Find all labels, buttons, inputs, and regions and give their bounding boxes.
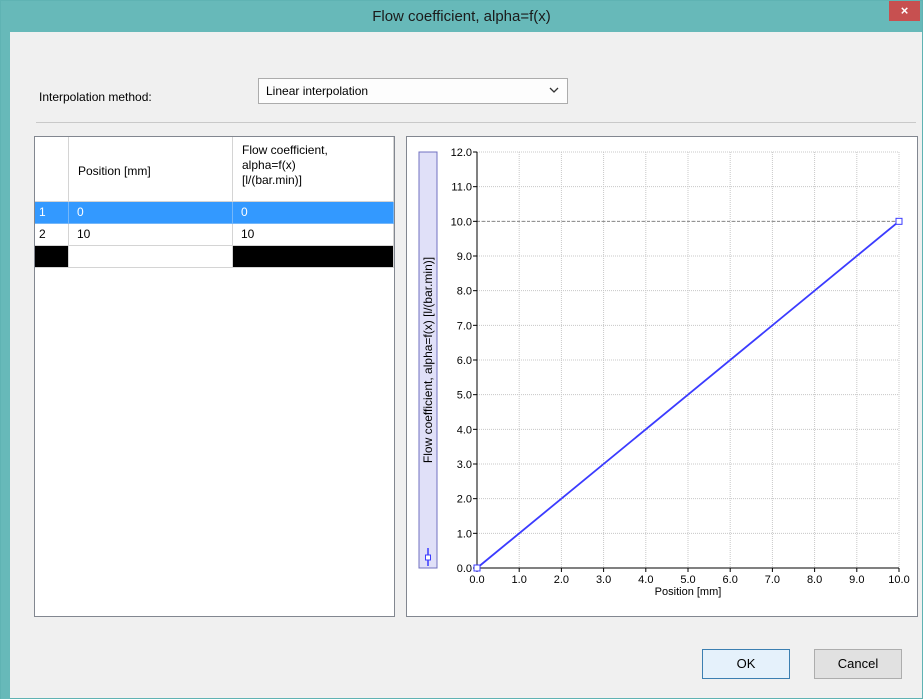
line-chart: 0.0 1.0 2.0 3.0 4.0 5.0 6.0 7.0 8.0 9.0 10.0 11.0 12…: [418, 147, 910, 598]
flow-cell[interactable]: [233, 246, 394, 268]
y-tick-label: 7.0: [457, 320, 472, 332]
legend-marker: [425, 554, 431, 561]
y-axis-label: Flow coefficient, alpha=f(x) [l/(bar.min…: [421, 257, 435, 463]
x-tick-label: 8.0: [807, 574, 822, 586]
y-tick-label: 8.0: [457, 286, 472, 298]
separator: [36, 122, 916, 123]
y-tick-label: 1.0: [457, 528, 472, 540]
y-tick-label: 12.0: [451, 147, 472, 159]
header-row-number: [35, 137, 69, 202]
interpolation-value: Linear interpolation: [266, 84, 369, 98]
interpolation-select[interactable]: Linear interpolation: [258, 78, 568, 104]
y-tick-label: 9.0: [457, 251, 472, 263]
header-position[interactable]: Position [mm]: [69, 137, 233, 202]
row-number[interactable]: [35, 246, 69, 268]
x-tick-label: 2.0: [554, 574, 569, 586]
flow-cell[interactable]: 0: [233, 202, 394, 224]
chart-panel: 0.0 1.0 2.0 3.0 4.0 5.0 6.0 7.0 8.0 9.0 10.0 11.0 12…: [406, 136, 918, 617]
y-tick-label: 4.0: [457, 424, 472, 436]
data-point: [895, 217, 903, 225]
x-tick-label: 5.0: [680, 574, 695, 586]
table-row[interactable]: 2 10 10: [35, 224, 394, 246]
x-tick-label: 7.0: [765, 574, 780, 586]
window-title: Flow coefficient, alpha=f(x): [372, 8, 551, 25]
row-number[interactable]: 1: [35, 202, 69, 224]
chevron-down-icon: [549, 87, 559, 93]
y-tick-label: 5.0: [457, 390, 472, 402]
dialog-window: Flow coefficient, alpha=f(x) × Interpola…: [0, 0, 923, 699]
y-tick-label: 6.0: [457, 355, 472, 367]
position-cell[interactable]: 10: [69, 224, 233, 246]
header-flow-line3: [l/(bar.min)]: [242, 173, 303, 187]
title-bar[interactable]: Flow coefficient, alpha=f(x) ×: [1, 1, 922, 32]
y-tick-label: 11.0: [451, 182, 472, 194]
close-button[interactable]: ×: [889, 1, 920, 21]
flow-cell[interactable]: 10: [233, 224, 394, 246]
x-tick-label: 4.0: [638, 574, 653, 586]
header-flow-coefficient[interactable]: Flow coefficient, alpha=f(x) [l/(bar.min…: [233, 137, 394, 202]
x-axis-label: Position [mm]: [655, 586, 722, 598]
row-number[interactable]: 2: [35, 224, 69, 246]
x-tick-label: 1.0: [512, 574, 527, 586]
x-tick-label: 3.0: [596, 574, 611, 586]
interpolation-label: Interpolation method:: [39, 90, 152, 104]
x-tick-label: 9.0: [849, 574, 864, 586]
x-tick-label: 6.0: [723, 574, 738, 586]
y-tick-label: 2.0: [457, 494, 472, 506]
x-tick-label: 0.0: [469, 574, 484, 586]
window-left-border: [1, 32, 10, 699]
close-icon: ×: [900, 3, 909, 18]
header-flow-line2: alpha=f(x): [242, 158, 296, 172]
position-cell[interactable]: 0: [69, 202, 233, 224]
data-point: [473, 564, 481, 572]
y-tick-label: 10.0: [451, 216, 472, 228]
header-flow-line1: Flow coefficient,: [242, 143, 328, 157]
dialog-body: Interpolation method: Linear interpolati…: [10, 32, 922, 698]
position-cell[interactable]: [69, 246, 233, 268]
table-row[interactable]: 1 0 0: [35, 202, 394, 224]
new-row[interactable]: [35, 246, 394, 268]
data-table: Position [mm] Flow coefficient, alpha=f(…: [34, 136, 395, 617]
y-tick-label: 3.0: [457, 459, 472, 471]
x-tick-label: 10.0: [888, 574, 909, 586]
ok-button[interactable]: OK: [702, 649, 790, 679]
cancel-button[interactable]: Cancel: [814, 649, 902, 679]
